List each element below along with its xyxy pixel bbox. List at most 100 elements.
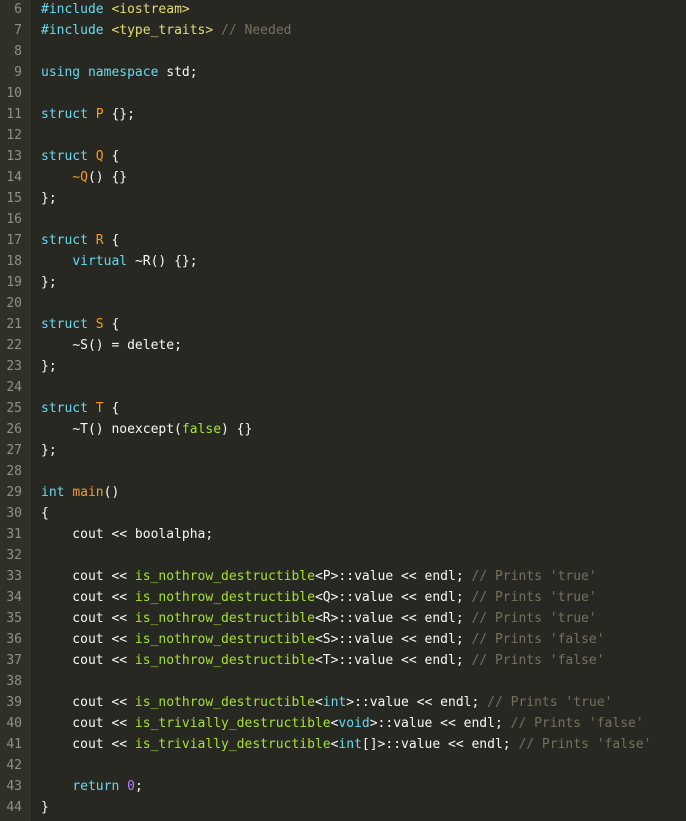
code-line[interactable]: 25 struct T {	[0, 398, 686, 419]
code-text: cout << is_trivially_destructible<void>:…	[41, 713, 643, 734]
code-token: cout <<	[41, 590, 135, 605]
code-token: cout <<	[41, 737, 135, 752]
code-line[interactable]: 9 using namespace std;	[0, 62, 686, 83]
line-number: 28	[6, 464, 22, 479]
code-line[interactable]: 27};	[0, 440, 686, 461]
code-line[interactable]: 13 struct Q {	[0, 146, 686, 167]
code-token: void	[338, 716, 370, 731]
code-line[interactable]: 7 #include <type_traits> // Needed	[0, 20, 686, 41]
code-line[interactable]: 20	[0, 293, 686, 314]
code-token: ~R	[134, 254, 151, 269]
code-text: using namespace std;	[41, 62, 198, 83]
code-token: std;	[166, 65, 198, 80]
line-number: 10	[6, 86, 22, 101]
code-token: {	[103, 233, 120, 248]
code-line[interactable]: 26 ~T() noexcept(false) {}	[0, 419, 686, 440]
code-editor[interactable]: 6 #include <iostream> 7 #include <type_trai…	[0, 0, 686, 821]
code-token: return	[72, 779, 128, 794]
code-token: struct	[41, 401, 96, 416]
code-line[interactable]: 21 struct S {	[0, 314, 686, 335]
code-token: <R>::value << endl;	[314, 611, 472, 626]
code-token: <S>::value << endl;	[314, 632, 472, 647]
line-number: 9	[14, 65, 22, 80]
code-token: delete	[127, 338, 175, 353]
code-line[interactable]: 8	[0, 41, 686, 62]
code-line[interactable]: 28	[0, 461, 686, 482]
line-number: 23	[6, 359, 22, 374]
code-token: ~S	[72, 338, 88, 353]
line-number: 39	[6, 695, 22, 710]
code-line[interactable]: 12	[0, 125, 686, 146]
code-line[interactable]: 14 ~Q() {}	[0, 167, 686, 188]
code-text: return 0;	[41, 776, 142, 797]
code-token: ;	[174, 338, 182, 353]
code-token: {	[103, 149, 120, 164]
code-text: cout << is_nothrow_destructible<int>::va…	[41, 692, 612, 713]
code-line[interactable]: 22 ~S() = delete;	[0, 335, 686, 356]
code-token: <type_traits>	[111, 23, 214, 38]
code-text: }	[41, 797, 49, 818]
code-token: {	[103, 317, 120, 332]
line-number: 36	[6, 632, 22, 647]
code-line[interactable]: 36 cout << is_nothrow_destructible<S>::v…	[0, 629, 686, 650]
code-line[interactable]: 41 cout << is_trivially_destructible<int…	[0, 734, 686, 755]
code-text: #include <iostream>	[41, 0, 190, 20]
code-token: int	[338, 737, 362, 752]
code-line[interactable]: 37 cout << is_nothrow_destructible<T>::v…	[0, 650, 686, 671]
code-text: ~T() noexcept(false) {}	[41, 419, 252, 440]
code-line[interactable]: 17 struct R {	[0, 230, 686, 251]
code-token: namespace	[87, 65, 167, 80]
code-token: }	[41, 800, 49, 815]
code-line[interactable]: 30 {	[0, 503, 686, 524]
line-number: 24	[6, 380, 22, 395]
code-line[interactable]: 15};	[0, 188, 686, 209]
line-number: 21	[6, 317, 22, 332]
code-line[interactable]: 18 virtual ~R() {};	[0, 251, 686, 272]
line-number: 35	[6, 611, 22, 626]
code-line[interactable]: 10	[0, 83, 686, 104]
code-token: cout <<	[41, 695, 135, 710]
code-area[interactable]: 6 #include <iostream> 7 #include <type_trai…	[0, 0, 686, 818]
code-token: P	[95, 107, 104, 122]
code-line[interactable]: 33 cout << is_nothrow_destructible<P>::v…	[0, 566, 686, 587]
line-number: 38	[6, 674, 22, 689]
code-line[interactable]: 39 cout << is_nothrow_destructible<int>:…	[0, 692, 686, 713]
code-token: R	[95, 233, 104, 248]
code-line[interactable]: 35 cout << is_nothrow_destructible<R>::v…	[0, 608, 686, 629]
code-token: is_nothrow_destructible	[134, 611, 315, 626]
line-number: 41	[6, 737, 22, 752]
code-line[interactable]: 11 struct P {};	[0, 104, 686, 125]
code-line[interactable]: 29 int main()	[0, 482, 686, 503]
code-token: // Needed	[213, 23, 292, 38]
code-line[interactable]: 38	[0, 671, 686, 692]
code-line[interactable]: 32	[0, 545, 686, 566]
code-token: int	[322, 695, 347, 710]
code-line[interactable]: 31 cout << boolalpha;	[0, 524, 686, 545]
code-line[interactable]: 16	[0, 209, 686, 230]
code-token: <Q>::value << endl;	[314, 590, 472, 605]
code-line[interactable]: 43 return 0;	[0, 776, 686, 797]
code-token: >::value << endl;	[369, 716, 511, 731]
code-line[interactable]: 44}	[0, 797, 686, 818]
line-number: 25	[6, 401, 22, 416]
code-line[interactable]: 42	[0, 755, 686, 776]
code-text: #include <type_traits> // Needed	[41, 20, 291, 41]
line-number: 37	[6, 653, 22, 668]
code-line[interactable]: 6 #include <iostream>	[0, 0, 686, 20]
code-line[interactable]: 24	[0, 377, 686, 398]
line-number: 31	[6, 527, 22, 542]
code-line[interactable]: 34 cout << is_nothrow_destructible<Q>::v…	[0, 587, 686, 608]
code-line[interactable]: 40 cout << is_trivially_destructible<voi…	[0, 713, 686, 734]
code-token: };	[41, 191, 57, 206]
code-token: cout <<	[41, 716, 135, 731]
code-line[interactable]: 19};	[0, 272, 686, 293]
code-text: cout << is_nothrow_destructible<T>::valu…	[41, 650, 604, 671]
code-token: {	[41, 506, 49, 521]
code-token: cout <<	[41, 569, 135, 584]
code-token: // Prints 'false'	[471, 632, 605, 647]
code-line[interactable]: 23};	[0, 356, 686, 377]
code-token: };	[41, 275, 57, 290]
